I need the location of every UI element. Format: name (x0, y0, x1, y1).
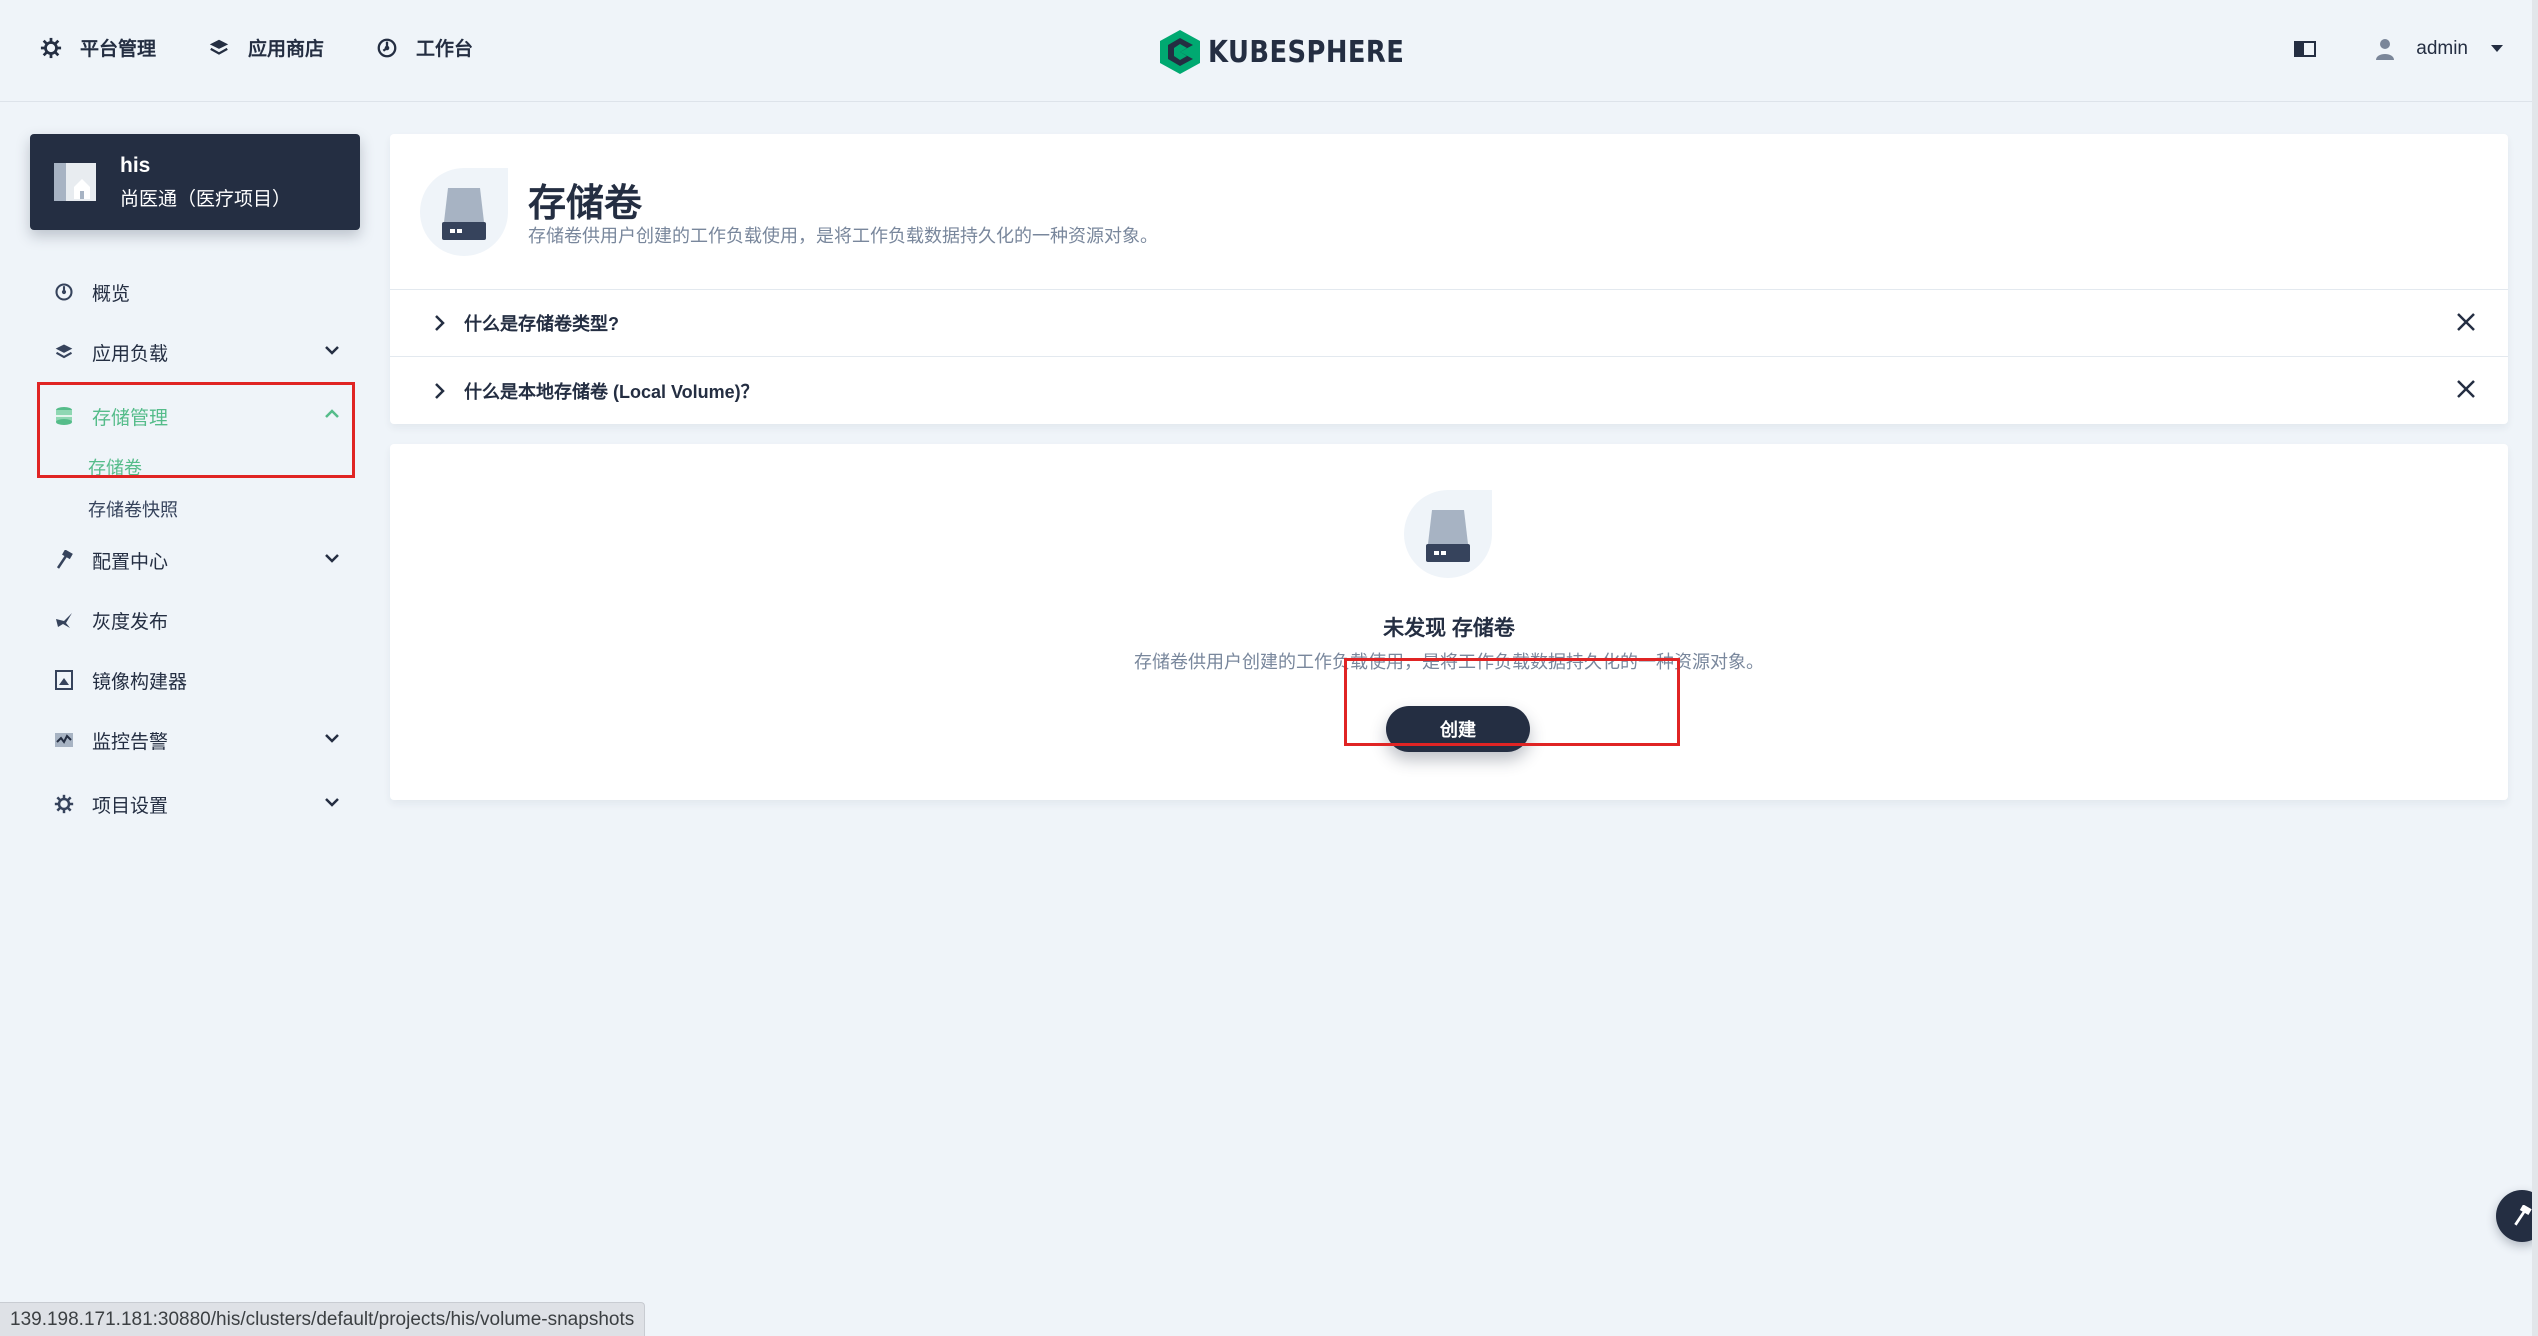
sidebar-label-image-builder: 镜像构建器 (92, 671, 188, 693)
nav-workbench[interactable]: 工作台 (376, 34, 473, 61)
sidebar-item-config[interactable]: 配置中心 (30, 530, 360, 590)
logo-text: KUBESPHERE (1208, 34, 1405, 70)
top-right-tools: admin (2294, 38, 2504, 60)
sidebar-label-config: 配置中心 (92, 551, 169, 573)
kubesphere-logo-icon (1160, 30, 1200, 74)
chevron-right-icon (435, 315, 445, 331)
layers-icon (209, 39, 229, 55)
hammer-icon (2514, 1205, 2532, 1226)
nav-platform-management[interactable]: 平台管理 (40, 34, 156, 61)
chevron-down-icon (325, 798, 339, 807)
empty-state-card: 未发现 存储卷 存储卷供用户创建的工作负载使用，是将工作负载数据持久化的一种资源… (390, 444, 2508, 800)
project-desc: 尚医通（医疗项目） (120, 188, 292, 210)
close-icon[interactable] (2456, 312, 2476, 332)
gear-icon (40, 37, 62, 58)
chevron-down-icon (325, 346, 339, 355)
sidebar-label-settings: 项目设置 (92, 795, 169, 817)
kubesphere-logo[interactable]: KUBESPHERE (1160, 30, 1436, 74)
caret-down-icon (2491, 45, 2503, 52)
chevron-down-icon (325, 554, 339, 563)
sidebar-item-image-builder[interactable]: 镜像构建器 (30, 650, 360, 710)
sidebar-label-storage: 存储管理 (92, 407, 169, 429)
empty-state-title: 未发现 存储卷 (1383, 617, 1515, 640)
nav-workbench-label: 工作台 (416, 39, 474, 60)
dashboard-icon (377, 38, 397, 57)
chevron-right-icon (435, 382, 445, 399)
gear-icon (54, 794, 74, 814)
sidebar-item-storage[interactable]: 存储管理 (30, 386, 360, 446)
chevron-down-icon (325, 734, 339, 743)
close-icon[interactable] (2456, 379, 2476, 399)
nav-app-store[interactable]: 应用商店 (208, 34, 324, 61)
user-menu[interactable]: admin (2376, 38, 2504, 60)
faq-question: 什么是存储卷类型? (464, 314, 619, 334)
top-nav: 平台管理 应用商店 工作台 (40, 34, 473, 61)
sidebar-item-workloads[interactable]: 应用负载 (30, 322, 360, 382)
sidebar-item-monitoring[interactable]: 监控告警 (30, 710, 360, 770)
sidebar-item-overview[interactable]: 概览 (30, 262, 360, 322)
project-icon (54, 163, 96, 201)
sidebar-label-overview: 概览 (92, 283, 131, 305)
sidebar-item-grayscale[interactable]: 灰度发布 (30, 590, 360, 650)
faq-item-volume-types[interactable]: 什么是存储卷类型? (390, 290, 2508, 357)
scrollbar-track[interactable] (2532, 0, 2538, 1336)
sidebar-label-grayscale: 灰度发布 (92, 611, 169, 633)
project-info: his 尚医通（医疗项目） (120, 154, 291, 211)
page-header: 存储卷 存储卷供用户创建的工作负载使用，是将工作负载数据持久化的一种资源对象。 (390, 134, 2508, 290)
dashboard-icon (55, 283, 73, 301)
page-description: 存储卷供用户创建的工作负载使用，是将工作负载数据持久化的一种资源对象。 (528, 226, 1158, 246)
sidebar-item-settings[interactable]: 项目设置 (30, 774, 360, 834)
project-name: his (120, 153, 151, 177)
create-button[interactable]: 创建 (1386, 706, 1530, 752)
faq-question: 什么是本地存储卷 (Local Volume)？ (464, 381, 759, 402)
sidebar-subitem-volumes[interactable]: 存储卷 (30, 446, 360, 488)
chevron-up-icon (325, 409, 339, 418)
browser-status-url: 139.198.171.181:30880/his/clusters/defau… (0, 1302, 646, 1336)
database-icon (56, 407, 72, 425)
monitor-chart-icon (55, 733, 73, 747)
sidebar-menu: 概览 应用负载 存储管理 存储卷 存储卷快照 配置中心 灰度发布 镜像构建器 监… (30, 262, 360, 834)
hammer-icon (56, 550, 73, 569)
nav-appstore-label: 应用商店 (248, 39, 325, 60)
image-builder-icon (55, 670, 73, 690)
project-selector[interactable]: his 尚医通（医疗项目） (30, 134, 360, 230)
toolbox-icon[interactable] (2294, 40, 2317, 58)
top-bar: 平台管理 应用商店 工作台 KUBESPHERE admin (0, 0, 2538, 102)
bird-icon (56, 613, 72, 628)
user-icon (2376, 39, 2395, 60)
nav-platform-label: 平台管理 (80, 39, 157, 60)
hard-drive-icon (420, 168, 508, 256)
sidebar-subitem-snapshots[interactable]: 存储卷快照 (30, 488, 360, 530)
page-header-card: 存储卷 存储卷供用户创建的工作负载使用，是将工作负载数据持久化的一种资源对象。 … (390, 134, 2508, 424)
sidebar-label-monitoring: 监控告警 (92, 731, 169, 753)
sidebar-label-workloads: 应用负载 (92, 343, 169, 365)
empty-state-description: 存储卷供用户创建的工作负载使用，是将工作负载数据持久化的一种资源对象。 (1134, 652, 1764, 672)
hard-drive-icon (1404, 490, 1492, 578)
user-name: admin (2416, 38, 2468, 59)
faq-item-local-volume[interactable]: 什么是本地存储卷 (Local Volume)？ (390, 357, 2508, 424)
layers-icon (55, 344, 73, 359)
page-title: 存储卷 (528, 183, 643, 225)
